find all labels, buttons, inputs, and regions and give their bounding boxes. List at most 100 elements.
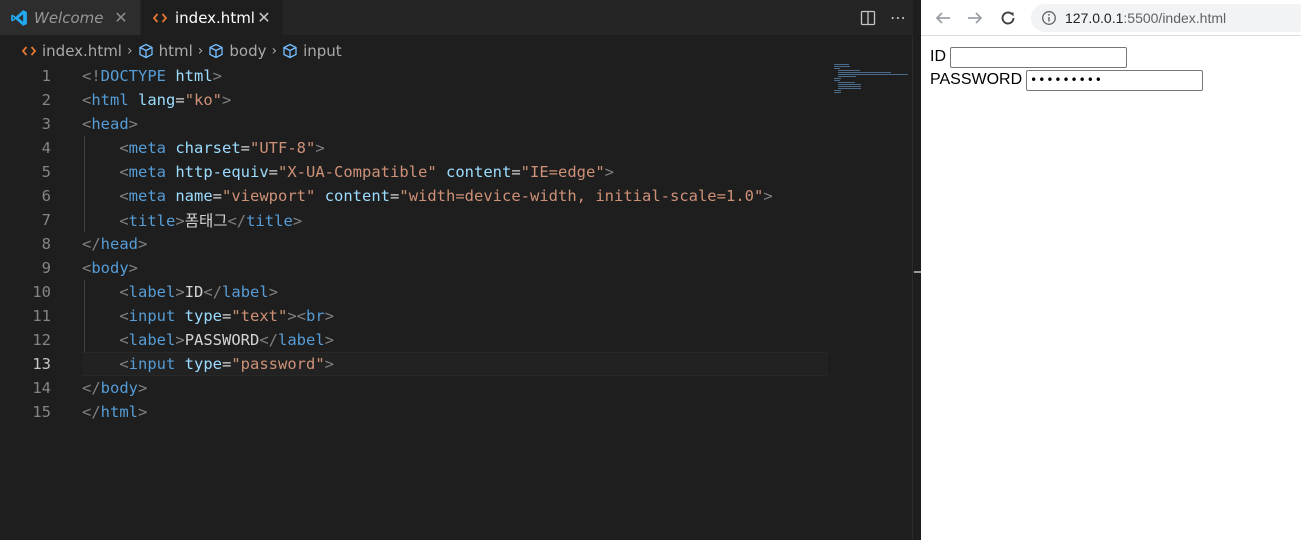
code-token: DOCTYPE xyxy=(100,67,176,85)
code-token: = xyxy=(268,163,279,181)
id-input[interactable] xyxy=(950,46,1127,68)
code-text: <label>PASSWORD</label> xyxy=(82,331,334,349)
code-line[interactable]: 13 <input type="password"> xyxy=(0,352,913,376)
code-token: < xyxy=(119,163,129,181)
code-line[interactable]: 6 <meta name="viewport" content="width=d… xyxy=(0,184,913,208)
code-text: <!DOCTYPE html> xyxy=(82,67,222,85)
code-token: > xyxy=(315,139,325,157)
breadcrumb-item-input[interactable]: input xyxy=(281,42,342,60)
code-line[interactable]: 11 <input type="text"><br> xyxy=(0,304,913,328)
cube-icon xyxy=(137,42,155,60)
more-actions-icon[interactable]: ⋯ xyxy=(883,0,913,35)
chevron-right-icon: › xyxy=(126,43,133,59)
code-line[interactable]: 3 <head> xyxy=(0,112,913,136)
code-token: </ xyxy=(259,331,279,349)
address-bar[interactable]: 127.0.0.1:5500/index.html xyxy=(1031,4,1301,32)
code-token: > xyxy=(604,163,615,181)
breadcrumb-item-html[interactable]: html xyxy=(137,42,193,60)
code-token: label xyxy=(128,331,176,349)
code-area[interactable]: 1 <!DOCTYPE html> 2 <html lang="ko"> 3 <head>… xyxy=(0,64,913,540)
breadcrumb-item-file[interactable]: index.html xyxy=(20,42,122,60)
minimap[interactable] xyxy=(834,64,912,94)
code-token: = xyxy=(240,139,251,157)
code-token: > xyxy=(138,403,148,421)
code-token: = xyxy=(212,187,223,205)
reload-icon[interactable] xyxy=(996,6,1020,30)
code-token: > xyxy=(268,283,279,301)
code-token: meta xyxy=(128,163,176,181)
code-line[interactable]: 12 <label>PASSWORD</label> xyxy=(0,328,913,352)
breadcrumb-label: input xyxy=(303,42,342,60)
tab-welcome[interactable]: Welcome ✕ xyxy=(0,0,141,35)
close-icon[interactable]: ✕ xyxy=(255,8,273,27)
line-number: 7 xyxy=(41,211,51,229)
chevron-right-icon: › xyxy=(197,43,204,59)
code-text: <meta charset="UTF-8"> xyxy=(82,139,325,157)
forward-arrow-icon[interactable] xyxy=(963,6,987,30)
code-token: html xyxy=(100,403,138,421)
code-line[interactable]: 5 <meta http-equiv="X-UA-Compatible" con… xyxy=(0,160,913,184)
code-token: = xyxy=(222,307,232,325)
code-line[interactable]: 2 <html lang="ko"> xyxy=(0,88,913,112)
code-token: PASSWORD xyxy=(184,331,260,349)
line-number: 8 xyxy=(41,235,51,253)
minimap-line xyxy=(834,78,841,79)
line-number: 2 xyxy=(41,91,51,109)
code-token: label xyxy=(128,283,176,301)
code-text: <input type="text"><br> xyxy=(82,307,334,325)
line-number: 15 xyxy=(32,403,51,421)
code-token: 폼태그 xyxy=(184,212,228,230)
code-line[interactable]: 8 </head> xyxy=(0,232,913,256)
minimap-line xyxy=(834,66,850,67)
back-arrow-icon[interactable] xyxy=(931,6,955,30)
chevron-right-icon: › xyxy=(271,43,278,59)
info-icon[interactable] xyxy=(1041,10,1057,26)
code-text: </html> xyxy=(82,403,147,421)
code-line[interactable]: 1 <!DOCTYPE html> xyxy=(0,64,913,88)
minimap-line xyxy=(834,64,849,65)
code-editor: Welcome ✕ index.html ✕ ⋯ index.html › ht… xyxy=(0,0,913,540)
code-line[interactable]: 10 <label>ID</label> xyxy=(0,280,913,304)
breadcrumb-item-body[interactable]: body xyxy=(207,42,266,60)
minimap-line xyxy=(834,80,840,81)
tab-index-html[interactable]: index.html ✕ xyxy=(141,0,283,35)
code-token: ID xyxy=(184,283,204,301)
code-token: > xyxy=(222,91,232,109)
code-token: http-equiv xyxy=(175,163,269,181)
minimap-line xyxy=(834,92,841,93)
code-token: input xyxy=(128,355,185,373)
minimap-line xyxy=(838,70,860,71)
code-token: meta xyxy=(128,139,176,157)
code-line[interactable]: 15 </html> xyxy=(0,400,913,424)
code-token: content xyxy=(324,187,391,205)
browser-preview: 127.0.0.1:5500/index.html ID PASSWORD ••… xyxy=(921,0,1301,540)
html-file-icon xyxy=(149,11,171,25)
screen: Welcome ✕ index.html ✕ ⋯ index.html › ht… xyxy=(0,0,1301,540)
password-input[interactable]: ••••••••• xyxy=(1026,69,1204,91)
code-token: < xyxy=(82,115,92,133)
close-icon[interactable]: ✕ xyxy=(112,8,130,27)
code-token: > xyxy=(292,212,303,230)
scrollbar-thumb[interactable] xyxy=(914,271,921,273)
code-token: </ xyxy=(82,379,101,397)
vscode-logo-icon xyxy=(8,9,30,27)
code-token: </ xyxy=(82,235,101,253)
code-text: <label>ID</label> xyxy=(82,283,278,301)
editor-scrollbar[interactable] xyxy=(912,36,921,540)
code-token: > xyxy=(175,283,185,301)
code-token: < xyxy=(119,212,129,230)
code-text: <html lang="ko"> xyxy=(82,91,231,109)
code-line[interactable]: 4 <meta charset="UTF-8"> xyxy=(0,136,913,160)
code-token: title xyxy=(246,212,293,230)
url-host: 127.0.0.1 xyxy=(1065,10,1124,26)
code-line[interactable]: 9 <body> xyxy=(0,256,913,280)
code-line[interactable]: 14 </body> xyxy=(0,376,913,400)
line-number: 10 xyxy=(32,283,51,301)
split-editor-icon[interactable] xyxy=(853,0,883,35)
code-token: = xyxy=(222,355,232,373)
code-line[interactable]: 7 <title>폼태그</title> xyxy=(0,208,913,232)
editor-actions: ⋯ xyxy=(853,0,913,35)
code-token: > xyxy=(763,187,773,205)
